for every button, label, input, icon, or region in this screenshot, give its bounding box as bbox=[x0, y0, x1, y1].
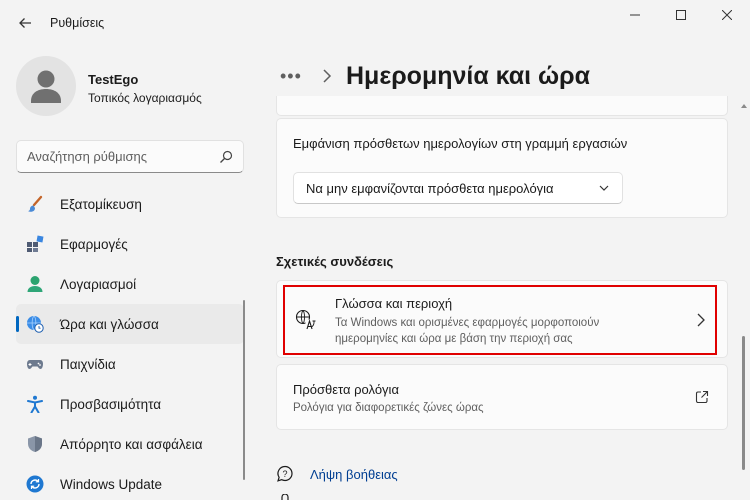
sidebar-item-label: Λογαριασμοί bbox=[60, 276, 137, 292]
search-icon bbox=[220, 150, 233, 163]
paintbrush-icon bbox=[28, 195, 43, 212]
get-help-link[interactable]: ? Λήψη βοήθειας bbox=[276, 462, 398, 486]
sidebar-nav: Εξατομίκευση Εφαρμογές Λογαριασμοί Ώρα κ… bbox=[16, 184, 244, 500]
scroll-up-icon[interactable] bbox=[740, 97, 748, 108]
chevron-down-icon bbox=[599, 185, 609, 191]
sidebar-item-label: Windows Update bbox=[60, 476, 163, 492]
globe-clock-icon bbox=[27, 315, 44, 333]
additional-clocks-title: Πρόσθετα ρολόγια bbox=[293, 382, 399, 397]
open-external-icon bbox=[695, 390, 709, 404]
sidebar-item-apps[interactable]: Εφαρμογές bbox=[16, 224, 244, 264]
maximize-icon bbox=[676, 10, 686, 20]
back-arrow-icon bbox=[19, 18, 31, 28]
sidebar-item-label: Απόρρητο και ασφάλεια bbox=[60, 436, 203, 452]
avatar[interactable] bbox=[16, 56, 76, 116]
maximize-button[interactable] bbox=[658, 0, 704, 30]
additional-calendars-label: Εμφάνιση πρόσθετων ημερολογίων στη γραμμ… bbox=[293, 136, 628, 151]
gamepad-icon bbox=[27, 360, 43, 369]
accessibility-icon bbox=[27, 395, 43, 413]
sidebar-item-gaming[interactable]: Παιχνίδια bbox=[16, 344, 244, 384]
update-icon bbox=[26, 475, 44, 493]
breadcrumb: ••• Ημερομηνία και ώρα bbox=[280, 58, 590, 94]
close-button[interactable] bbox=[704, 0, 750, 30]
highlight-box bbox=[283, 285, 717, 355]
additional-calendars-card: Εμφάνιση πρόσθετων ημερολογίων στη γραμμ… bbox=[276, 118, 728, 218]
sidebar-item-accessibility[interactable]: Προσβασιμότητα bbox=[16, 384, 244, 424]
search-input[interactable] bbox=[27, 149, 207, 164]
help-chat-icon: ? bbox=[277, 465, 293, 482]
chevron-right-icon bbox=[323, 69, 332, 83]
page-title: Ημερομηνία και ώρα bbox=[346, 61, 591, 90]
sidebar-item-windows-update[interactable]: Windows Update bbox=[16, 464, 244, 500]
back-button[interactable] bbox=[10, 8, 40, 38]
previous-settings-card bbox=[276, 96, 728, 116]
more-button[interactable]: ••• bbox=[280, 66, 310, 87]
shield-icon bbox=[28, 436, 42, 452]
additional-calendars-dropdown[interactable]: Να μην εμφανίζονται πρόσθετα ημερολόγια bbox=[293, 172, 623, 204]
sidebar-item-label: Εφαρμογές bbox=[60, 236, 128, 252]
sidebar-item-label: Παιχνίδια bbox=[60, 356, 116, 372]
sidebar-item-label: Ώρα και γλώσσα bbox=[60, 316, 159, 332]
user-silhouette-icon bbox=[31, 70, 61, 103]
sidebar-item-label: Προσβασιμότητα bbox=[60, 396, 162, 412]
user-name: TestEgo bbox=[88, 72, 139, 87]
sidebar-item-privacy-security[interactable]: Απόρρητο και ασφάλεια bbox=[16, 424, 244, 464]
related-links-heading: Σχετικές συνδέσεις bbox=[276, 254, 394, 269]
dropdown-selected-value: Να μην εμφανίζονται πρόσθετα ημερολόγια bbox=[306, 181, 554, 196]
close-icon bbox=[722, 10, 732, 20]
search-box[interactable] bbox=[16, 140, 244, 173]
sidebar-item-accounts[interactable]: Λογαριασμοί bbox=[16, 264, 244, 304]
main-scrollbar[interactable] bbox=[742, 336, 745, 470]
sidebar-item-personalization[interactable]: Εξατομίκευση bbox=[16, 184, 244, 224]
sidebar-item-time-language[interactable]: Ώρα και γλώσσα bbox=[16, 304, 244, 344]
minimize-button[interactable] bbox=[612, 0, 658, 30]
feedback-icon bbox=[281, 494, 289, 500]
title-bar: Ρυθμίσεις bbox=[0, 0, 750, 46]
svg-text:?: ? bbox=[282, 469, 287, 479]
app-title: Ρυθμίσεις bbox=[50, 16, 105, 30]
get-help-label: Λήψη βοήθειας bbox=[310, 466, 398, 482]
person-icon bbox=[27, 276, 43, 292]
sidebar-item-label: Εξατομίκευση bbox=[60, 196, 142, 212]
sidebar-scrollbar[interactable] bbox=[243, 300, 245, 480]
minimize-icon bbox=[630, 14, 640, 16]
additional-clocks-description: Ρολόγια για διαφορετικές ζώνες ώρας bbox=[293, 402, 484, 414]
apps-icon bbox=[27, 235, 44, 252]
account-type: Τοπικός λογαριασμός bbox=[88, 91, 202, 105]
additional-clocks-card[interactable]: Πρόσθετα ρολόγια Ρολόγια για διαφορετικέ… bbox=[276, 364, 728, 430]
